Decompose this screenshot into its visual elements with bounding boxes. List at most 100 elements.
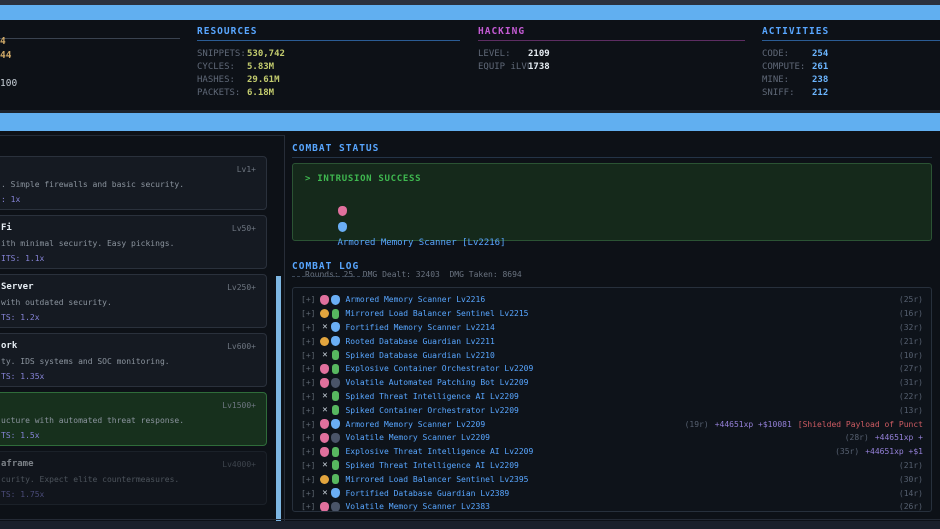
expand-toggle[interactable]: [+] <box>301 420 315 429</box>
targets-scrollbar-thumb[interactable] <box>276 276 281 529</box>
x-mark-icon <box>320 391 329 401</box>
expand-toggle[interactable]: [+] <box>301 461 315 470</box>
target-card[interactable]: ork Lv600+ ty. IDS systems and SOC monit… <box>0 333 267 387</box>
target-title: Server <box>1 280 34 295</box>
stat-value: 254 <box>812 48 828 61</box>
combat-log-row[interactable]: [+] Armored Memory Scanner Lv2209 (19r) … <box>301 417 923 431</box>
expand-toggle[interactable]: [+] <box>301 295 315 304</box>
stat-row: HASHES: 29.61M <box>197 74 460 87</box>
shield-dark-icon <box>331 378 340 388</box>
shield-blue-icon <box>338 222 347 232</box>
shield-pink-icon <box>320 378 329 388</box>
stat-value: 6.18M <box>247 87 274 100</box>
expand-toggle[interactable]: [+] <box>301 309 315 318</box>
loot-text: [Shielded Payload of Punct <box>798 420 923 429</box>
expand-toggle[interactable]: [+] <box>301 433 315 442</box>
target-level-badge: Lv1+ <box>237 162 256 177</box>
combat-log-box[interactable]: [+] Armored Memory Scanner Lv2216 (25r) … <box>292 287 932 512</box>
target-card[interactable]: Server Lv250+ with outdated security. TS… <box>0 274 267 328</box>
combat-log-row[interactable]: [+] Rooted Database Guardian Lv2211 (21r… <box>301 334 923 348</box>
target-level-badge: Lv1500+ <box>222 398 256 413</box>
expand-toggle[interactable]: [+] <box>301 406 315 415</box>
target-description: ty. IDS systems and SOC monitoring. <box>1 354 256 369</box>
target-level-badge: Lv250+ <box>227 280 256 295</box>
enemy-name: Mirrored Load Balancer Sentinel Lv2395 <box>345 475 528 484</box>
resources-panel: RESOURCES SNIPPETS: 530,742 CYCLES: 5.83… <box>197 26 460 100</box>
rounds-count: (30r) <box>899 475 923 484</box>
enemy-name: Explosive Container Orchestrator Lv2209 <box>345 364 533 373</box>
stat-value: 261 <box>812 61 828 74</box>
shield-pink-icon <box>320 433 329 443</box>
cactus-green-icon <box>332 364 339 374</box>
combat-log-row[interactable]: [+] Volatile Memory Scanner Lv2209 (28r)… <box>301 431 923 445</box>
reward-text: +44651xp + <box>875 433 923 442</box>
target-multiplier: TS: 1.35x <box>1 369 256 384</box>
intrusion-result-box: > INTRUSION SUCCESS Armored Memory Scann… <box>292 163 932 241</box>
expand-toggle[interactable]: [+] <box>301 364 315 373</box>
face-orange-icon <box>320 337 329 346</box>
combat-log-row[interactable]: [+] Explosive Threat Intelligence AI Lv2… <box>301 445 923 459</box>
combat-log-title: COMBAT LOG <box>292 261 359 272</box>
target-card[interactable]: Fi Lv50+ ith minimal security. Easy pick… <box>0 215 267 269</box>
expand-toggle[interactable]: [+] <box>301 351 315 360</box>
reward-text: +44651xp +$10081 <box>715 420 792 429</box>
rounds-count: (21r) <box>899 337 923 346</box>
stat-label: SNIPPETS: <box>197 48 247 61</box>
target-card[interactable]: Lv1500+ ucture with automated threat res… <box>0 392 267 446</box>
combat-log-row[interactable]: [+] Fortified Memory Scanner Lv2214 (32r… <box>301 321 923 335</box>
expand-toggle[interactable]: [+] <box>301 378 315 387</box>
stat-value: 29.61M <box>247 74 280 87</box>
expand-toggle[interactable]: [+] <box>301 502 315 511</box>
expand-toggle[interactable]: [+] <box>301 323 315 332</box>
combat-log-row[interactable]: [+] Spiked Container Orchestrator Lv2209… <box>301 403 923 417</box>
target-multiplier: TS: 1.2x <box>1 310 256 325</box>
stat-row: SNIPPETS: 530,742 <box>197 48 460 61</box>
log-row-right: (13r) <box>889 406 923 415</box>
combat-log-underline <box>292 276 370 277</box>
targets-scrollbar-track[interactable] <box>276 276 281 529</box>
x-mark-icon <box>320 460 329 470</box>
activities-underline <box>762 40 940 41</box>
rounds-count: (21r) <box>899 461 923 470</box>
target-title: ork <box>1 339 17 354</box>
x-mark-icon <box>320 488 329 498</box>
expand-toggle[interactable]: [+] <box>301 392 315 401</box>
log-row-right: (31r) <box>889 378 923 387</box>
hacking-rows: LEVEL: 2109 EQUIP iLVL: 1738 <box>478 48 745 74</box>
log-row-right: (28r) +44651xp + <box>835 433 923 442</box>
player-stat-value: 44 <box>0 51 11 61</box>
target-card[interactable]: Lv1+ . Simple firewalls and basic securi… <box>0 156 267 210</box>
expand-toggle[interactable]: [+] <box>301 489 315 498</box>
hacking-title: HACKING <box>478 26 745 37</box>
target-multiplier: TS: 1.5x <box>1 428 256 443</box>
combat-log-row[interactable]: [+] Volatile Automated Patching Bot Lv22… <box>301 376 923 390</box>
stat-label: SNIFF: <box>762 87 812 100</box>
combat-log-row[interactable]: [+] Armored Memory Scanner Lv2216 (25r) <box>301 293 923 307</box>
stat-label: PACKETS: <box>197 87 247 100</box>
combat-status-underline <box>292 157 932 158</box>
log-row-right: (32r) <box>889 323 923 332</box>
combat-log-row[interactable]: [+] Spiked Threat Intelligence AI Lv2209… <box>301 390 923 404</box>
combat-log-row[interactable]: [+] Mirrored Load Balancer Sentinel Lv23… <box>301 472 923 486</box>
rounds-count: (19r) <box>685 420 709 429</box>
expand-toggle[interactable]: [+] <box>301 337 315 346</box>
log-row-right: (27r) <box>889 364 923 373</box>
enemy-name: Armored Memory Scanner Lv2209 <box>345 420 485 429</box>
combat-log-row[interactable]: [+] Volatile Memory Scanner Lv2383 (26r) <box>301 500 923 512</box>
enemy-name: Armored Memory Scanner Lv2216 <box>345 295 485 304</box>
combat-log-row[interactable]: [+] Mirrored Load Balancer Sentinel Lv22… <box>301 307 923 321</box>
target-level-badge: Lv600+ <box>227 339 256 354</box>
target-multiplier: : 1x <box>1 192 256 207</box>
combat-log-row[interactable]: [+] Spiked Database Guardian Lv2210 (10r… <box>301 348 923 362</box>
rounds-count: (25r) <box>899 295 923 304</box>
combat-log-row[interactable]: [+] Explosive Container Orchestrator Lv2… <box>301 362 923 376</box>
expand-toggle[interactable]: [+] <box>301 475 315 484</box>
shield-blue-icon <box>331 419 340 429</box>
target-card[interactable]: aframe Lv4000+ curity. Expect elite coun… <box>0 451 267 505</box>
combat-log-row[interactable]: [+] Spiked Threat Intelligence AI Lv2209… <box>301 459 923 473</box>
log-row-right: (35r) +44651xp +$1 <box>825 447 923 456</box>
combat-log-row[interactable]: [+] Fortified Database Guardian Lv2389 (… <box>301 486 923 500</box>
target-card-header: Lv1+ <box>1 162 256 177</box>
target-multiplier: TS: 1.75x <box>1 487 256 502</box>
expand-toggle[interactable]: [+] <box>301 447 315 456</box>
